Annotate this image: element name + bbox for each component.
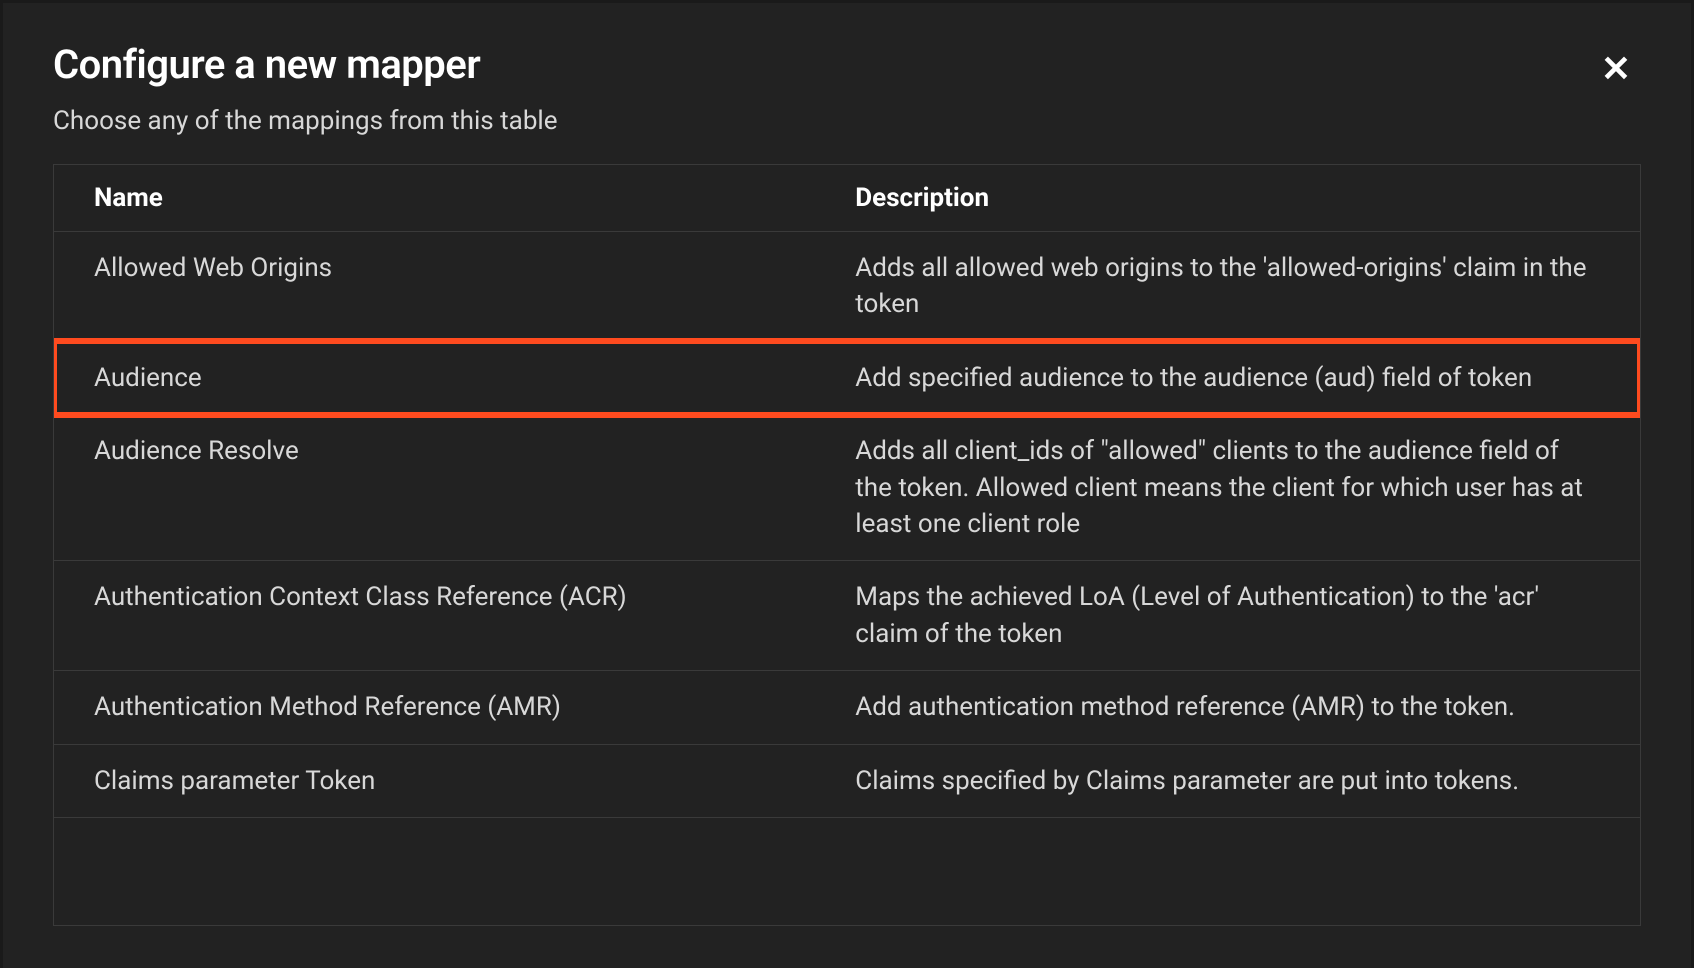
table-row[interactable]: Authentication Method Reference (AMR)Add… <box>54 671 1640 744</box>
table-row[interactable]: Authentication Context Class Reference (… <box>54 561 1640 671</box>
mapper-description: Adds all allowed web origins to the 'all… <box>815 232 1640 342</box>
mapper-name: Audience <box>54 341 815 414</box>
close-icon: ✕ <box>1601 48 1631 89</box>
mapper-name: Authentication Method Reference (AMR) <box>54 671 815 744</box>
configure-mapper-modal: Configure a new mapper Choose any of the… <box>3 3 1691 968</box>
table-row[interactable]: Audience ResolveAdds all client_ids of "… <box>54 415 1640 561</box>
mapper-name: Allowed Web Origins <box>54 232 815 342</box>
table-row[interactable]: Claims parameter TokenClaims specified b… <box>54 744 1640 817</box>
modal-header-text: Configure a new mapper Choose any of the… <box>53 41 558 136</box>
table-row[interactable]: Allowed Web OriginsAdds all allowed web … <box>54 232 1640 342</box>
mapper-description: Adds all client_ids of "allowed" clients… <box>815 415 1640 561</box>
mapper-name: Authentication Context Class Reference (… <box>54 561 815 671</box>
table-header-row: Name Description <box>54 165 1640 232</box>
mapper-description: Add specified audience to the audience (… <box>815 341 1640 414</box>
mapper-description: Maps the achieved LoA (Level of Authenti… <box>815 561 1640 671</box>
mapper-description: Claims specified by Claims parameter are… <box>815 744 1640 817</box>
mapper-name: Audience Resolve <box>54 415 815 561</box>
modal-title: Configure a new mapper <box>53 41 558 88</box>
mapper-table-wrap[interactable]: Name Description Allowed Web OriginsAdds… <box>53 164 1641 926</box>
table-row[interactable]: AudienceAdd specified audience to the au… <box>54 341 1640 414</box>
close-button[interactable]: ✕ <box>1591 45 1641 93</box>
mapper-table: Name Description Allowed Web OriginsAdds… <box>54 165 1640 818</box>
column-header-description: Description <box>815 165 1640 232</box>
modal-subtitle: Choose any of the mappings from this tab… <box>53 106 558 136</box>
modal-header: Configure a new mapper Choose any of the… <box>53 41 1641 136</box>
column-header-name: Name <box>54 165 815 232</box>
mapper-description: Add authentication method reference (AMR… <box>815 671 1640 744</box>
mapper-name: Claims parameter Token <box>54 744 815 817</box>
